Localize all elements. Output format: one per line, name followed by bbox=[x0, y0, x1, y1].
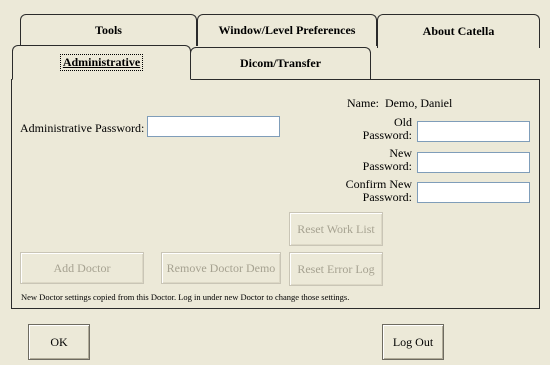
admin-password-field[interactable] bbox=[147, 116, 280, 137]
new-password-label: New Password: bbox=[330, 147, 412, 173]
add-doctor-button[interactable]: Add Doctor bbox=[20, 252, 144, 284]
remove-doctor-demo-button[interactable]: Remove Doctor Demo bbox=[161, 252, 281, 284]
name-value: Demo, Daniel bbox=[385, 96, 453, 110]
name-label: Name: bbox=[347, 96, 379, 110]
reset-work-list-button[interactable]: Reset Work List bbox=[289, 212, 383, 246]
log-out-button[interactable]: Log Out bbox=[382, 324, 444, 360]
new-password-label-line2: Password: bbox=[362, 159, 412, 173]
new-doctor-note: New Doctor settings copied from this Doc… bbox=[21, 292, 350, 302]
confirm-password-field[interactable] bbox=[417, 182, 530, 203]
admin-password-label: Administrative Password: bbox=[20, 121, 145, 135]
ok-button[interactable]: OK bbox=[28, 324, 90, 360]
new-password-field[interactable] bbox=[417, 152, 530, 173]
old-password-field[interactable] bbox=[417, 121, 530, 142]
confirm-password-label: Confirm New Password: bbox=[330, 178, 412, 204]
old-password-label: Old Password: bbox=[330, 116, 412, 142]
old-password-label-line2: Password: bbox=[362, 128, 412, 142]
reset-error-log-button[interactable]: Reset Error Log bbox=[289, 252, 383, 286]
confirm-password-label-line2: Password: bbox=[362, 190, 412, 204]
